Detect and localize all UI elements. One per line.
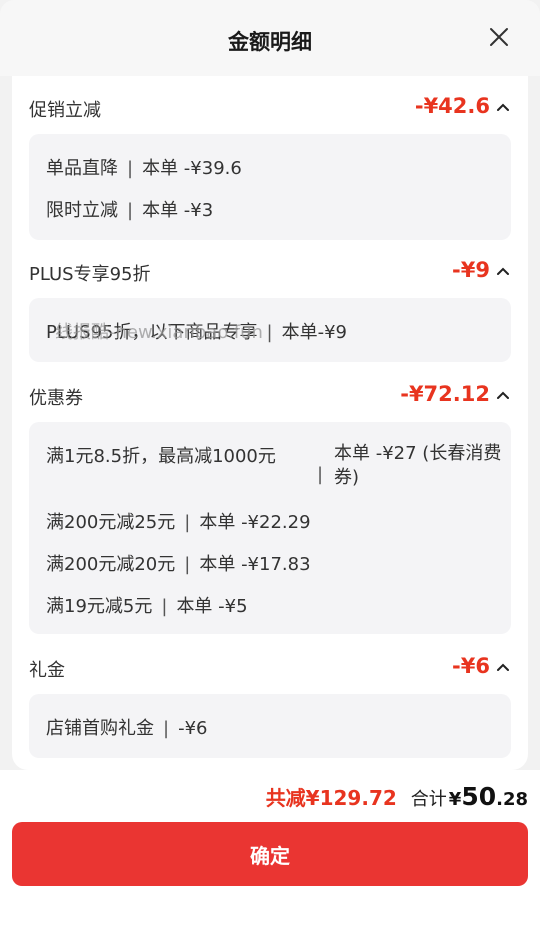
section-plus-header[interactable]: PLUS专享95折 -¥9 [12, 254, 528, 290]
list-item: 满200元减25元 | 本单 -¥22.29 [46, 512, 311, 533]
section-label: 礼金 [29, 660, 65, 681]
section-coupon-header[interactable]: 优惠券 -¥72.12 [12, 378, 528, 414]
chevron-up-icon[interactable] [495, 263, 511, 279]
close-icon[interactable] [486, 24, 512, 50]
section-gift-details: 店铺首购礼金 | -¥6 [29, 694, 511, 758]
section-gift-header[interactable]: 礼金 -¥6 [12, 650, 528, 686]
total-amount-dec: .28 [496, 789, 528, 810]
total-savings: 共减¥129.72 [265, 786, 397, 810]
section-promo-header[interactable]: 促销立减 -¥42.6 [12, 90, 528, 126]
list-item: 限时立减 | 本单 -¥3 [46, 200, 214, 221]
section-amount: -¥42.6 [414, 94, 490, 118]
section-amount: -¥9 [452, 258, 490, 282]
section-coupon-details: 满1元8.5折，最高减1000元 | 本单 -¥27 (长春消费券) 满200元… [29, 422, 511, 634]
order-totals: 共减¥129.72 合计 ¥ 50 .28 [266, 782, 528, 811]
section-label: PLUS专享95折 [29, 264, 151, 285]
dialog-header: 金额明细 [0, 0, 540, 76]
list-item: 单品直降 | 本单 -¥39.6 [46, 158, 242, 179]
list-item: PLUS95折，以下商品专享 | 本单-¥9 [46, 322, 347, 343]
list-item: 满19元减5元 | 本单 -¥5 [46, 596, 248, 617]
chevron-up-icon[interactable] [495, 659, 511, 675]
total-currency: ¥ [448, 789, 462, 810]
chevron-up-icon[interactable] [495, 99, 511, 115]
section-amount: -¥72.12 [400, 382, 490, 406]
discount-details-panel: 促销立减 -¥42.6 单品直降 | 本单 -¥39.6 限时立减 | 本单 -¥3 P… [12, 76, 528, 770]
footer-bar: 共减¥129.72 合计 ¥ 50 .28 确定 [0, 770, 540, 938]
list-item: 店铺首购礼金 | -¥6 [46, 718, 208, 739]
section-amount: -¥6 [452, 654, 490, 678]
confirm-button[interactable]: 确定 [12, 822, 528, 886]
section-label: 促销立减 [29, 100, 101, 121]
section-label: 优惠券 [29, 388, 83, 409]
section-promo-details: 单品直降 | 本单 -¥39.6 限时立减 | 本单 -¥3 [29, 134, 511, 240]
section-plus-details: PLUS95折，以下商品专享 | 本单-¥9 [29, 298, 511, 362]
chevron-up-icon[interactable] [495, 387, 511, 403]
dialog-title: 金额明细 [228, 30, 312, 54]
total-label: 合计 [410, 789, 447, 810]
total-amount-int: 50 [461, 782, 497, 811]
list-item: 满200元减20元 | 本单 -¥17.83 [46, 554, 311, 575]
